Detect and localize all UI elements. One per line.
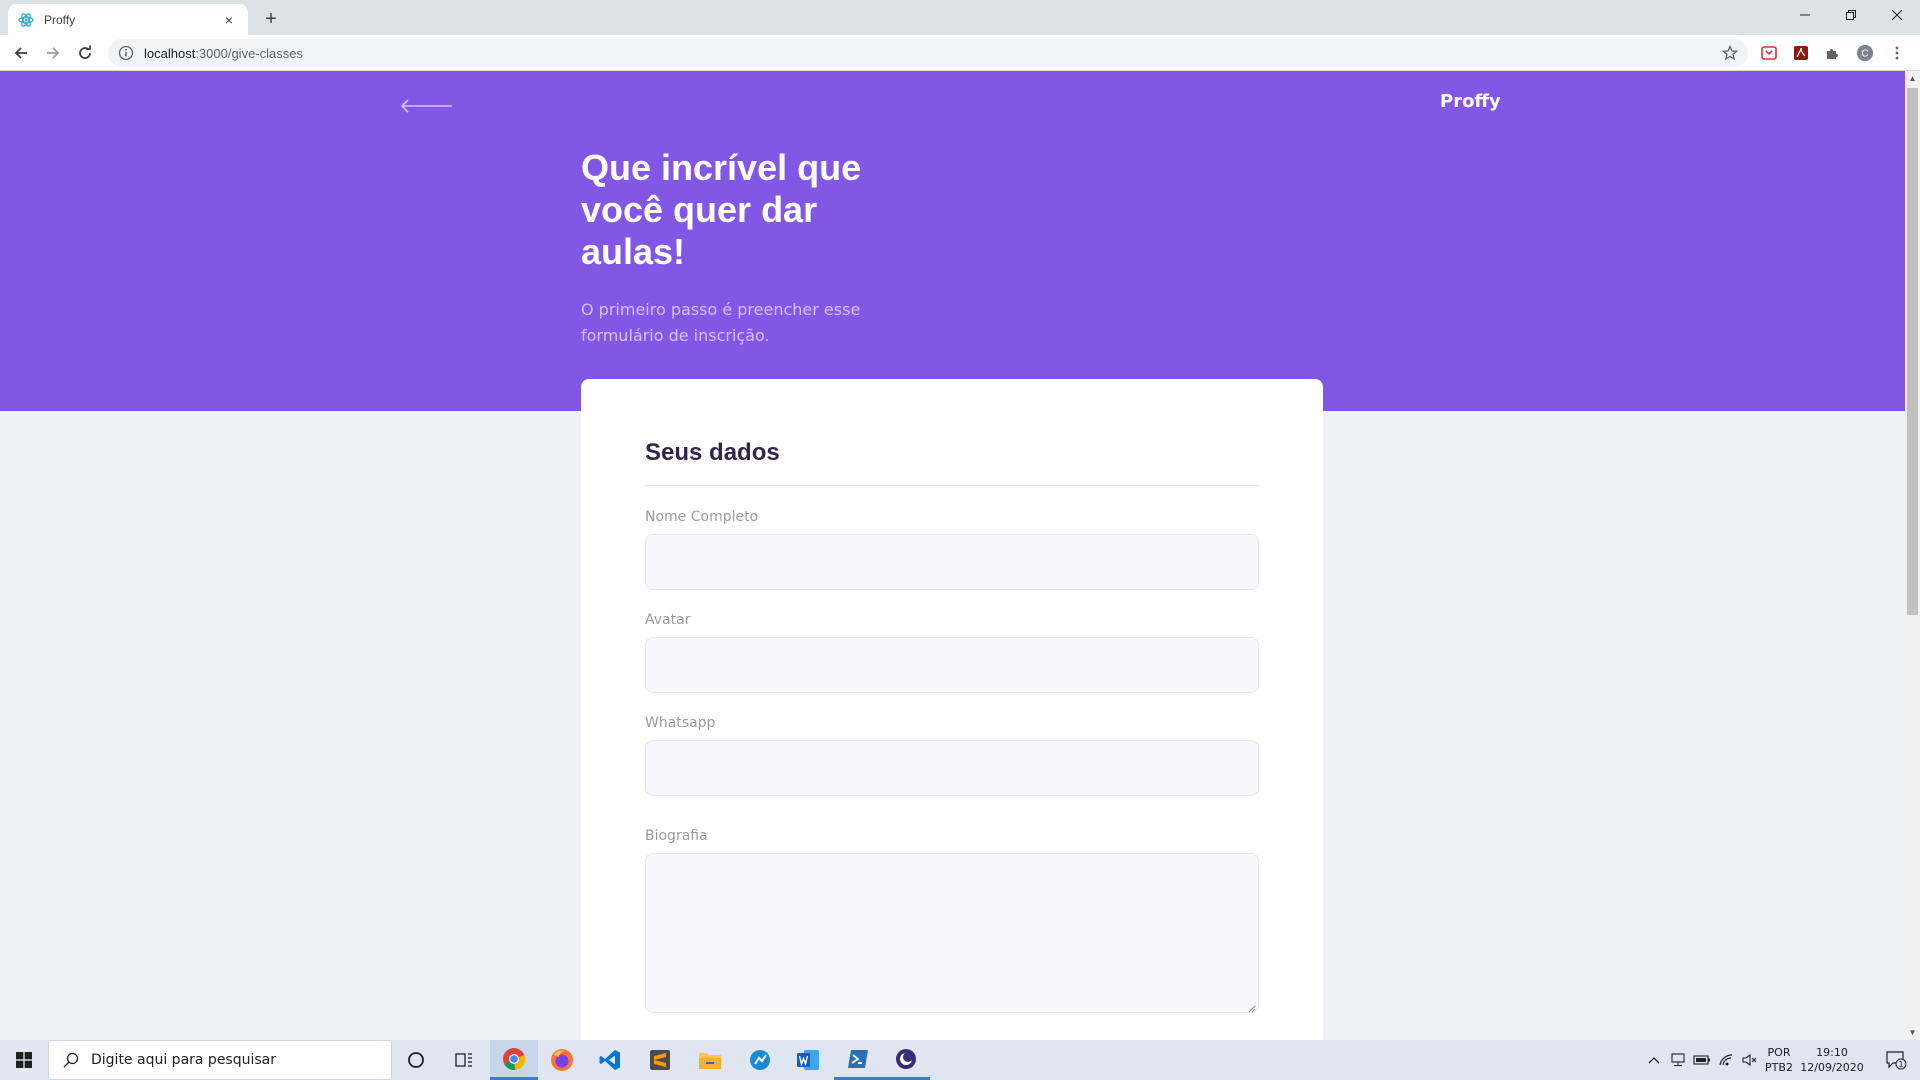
- back-arrow-icon[interactable]: [400, 99, 452, 113]
- address-bar[interactable]: localhost:3000/give-classes: [108, 39, 1748, 67]
- new-tab-button[interactable]: +: [258, 6, 284, 32]
- search-icon: [63, 1052, 79, 1068]
- clock-date: 12/09/2020: [1800, 1061, 1864, 1074]
- clock[interactable]: 19:10 12/09/2020: [1800, 1040, 1864, 1080]
- tab-title: Proffy: [44, 12, 76, 27]
- word-icon[interactable]: [784, 1040, 832, 1080]
- page-description: O primeiro passo é preencher esse formul…: [581, 300, 861, 345]
- section-divider: [645, 485, 1259, 486]
- avatar-field-label: Avatar: [645, 612, 691, 628]
- browser-tabstrip: Proffy × +: [0, 0, 1920, 35]
- name-field[interactable]: [645, 534, 1259, 590]
- close-tab-icon[interactable]: ×: [220, 11, 238, 29]
- brand-logo: Proffy: [1440, 91, 1501, 112]
- windows-taskbar: Digite aqui para pesquisar POR PTB2 19:1…: [0, 1040, 1920, 1080]
- pocket-extension-icon[interactable]: [1760, 44, 1778, 62]
- kebab-menu-icon[interactable]: [1888, 44, 1906, 62]
- vscode-icon[interactable]: [586, 1040, 634, 1080]
- page-viewport: Proffy Que incrível que você quer dar au…: [0, 71, 1905, 1040]
- restore-icon[interactable]: [1828, 0, 1874, 30]
- file-explorer-icon[interactable]: [686, 1040, 734, 1080]
- minimize-icon[interactable]: [1782, 0, 1828, 30]
- chevron-up-icon[interactable]: [1642, 1040, 1666, 1080]
- pdf-extension-icon[interactable]: [1792, 44, 1810, 62]
- url-path: :3000/give-classes: [195, 45, 303, 61]
- page-scrollbar[interactable]: ▲ ▼: [1905, 71, 1920, 1040]
- network-status-icon[interactable]: [1666, 1040, 1690, 1080]
- language-code: POR: [1767, 1046, 1791, 1059]
- whatsapp-field-label: Whatsapp: [645, 715, 716, 731]
- bio-textarea[interactable]: [645, 853, 1259, 1013]
- scroll-down-icon[interactable]: ▼: [1905, 1025, 1920, 1040]
- puzzle-extensions-icon[interactable]: [1824, 44, 1842, 62]
- speaker-muted-icon[interactable]: [1738, 1040, 1762, 1080]
- app-blue-icon[interactable]: [736, 1040, 784, 1080]
- notification-center-icon[interactable]: 1: [1876, 1040, 1916, 1080]
- name-field-label: Nome Completo: [645, 509, 759, 525]
- browser-tab[interactable]: Proffy ×: [8, 4, 248, 35]
- language-indicator[interactable]: POR PTB2: [1762, 1040, 1796, 1080]
- clock-time: 19:10: [1816, 1046, 1848, 1059]
- star-icon[interactable]: [1722, 45, 1738, 61]
- profile-avatar[interactable]: C: [1856, 44, 1874, 62]
- url-host: localhost: [144, 45, 196, 61]
- bio-field-label: Biografia: [645, 828, 708, 844]
- wifi-icon[interactable]: [1714, 1040, 1738, 1080]
- arrow-left-icon[interactable]: [8, 40, 34, 66]
- sublime-text-icon[interactable]: [636, 1040, 684, 1080]
- battery-icon[interactable]: [1690, 1040, 1714, 1080]
- task-view-icon[interactable]: [440, 1040, 488, 1080]
- avatar-field[interactable]: [645, 637, 1259, 693]
- cortana-circle-icon[interactable]: [392, 1040, 440, 1080]
- windows-start-icon[interactable]: [0, 1040, 48, 1080]
- whatsapp-field[interactable]: [645, 740, 1259, 796]
- arrow-right-icon[interactable]: [40, 40, 66, 66]
- info-icon[interactable]: [118, 45, 134, 61]
- svg-text:C: C: [1861, 49, 1868, 60]
- svg-text:1: 1: [1898, 1060, 1903, 1069]
- close-window-icon[interactable]: [1874, 0, 1920, 30]
- firefox-icon[interactable]: [538, 1040, 586, 1080]
- scroll-thumb[interactable]: [1907, 88, 1918, 615]
- powershell-icon[interactable]: [834, 1040, 882, 1080]
- form-card: Seus dados Nome Completo Avatar Whatsapp…: [581, 379, 1323, 1040]
- search-placeholder: Digite aqui para pesquisar: [91, 1052, 277, 1068]
- react-atom-icon: [18, 12, 34, 28]
- resize-grip-icon[interactable]: [1246, 1000, 1256, 1013]
- scroll-up-icon[interactable]: ▲: [1905, 71, 1920, 86]
- chrome-icon[interactable]: [490, 1040, 538, 1080]
- page-title: Que incrível que você quer dar aulas!: [581, 147, 862, 272]
- keyboard-layout: PTB2: [1765, 1061, 1793, 1074]
- page-header: Proffy Que incrível que você quer dar au…: [0, 71, 1905, 411]
- taskbar-search-box[interactable]: Digite aqui para pesquisar: [48, 1040, 392, 1080]
- section-title: Seus dados: [645, 439, 780, 466]
- reload-icon[interactable]: [72, 40, 98, 66]
- browser-toolbar: localhost:3000/give-classes C: [0, 35, 1920, 71]
- dark-app-icon[interactable]: [882, 1040, 930, 1080]
